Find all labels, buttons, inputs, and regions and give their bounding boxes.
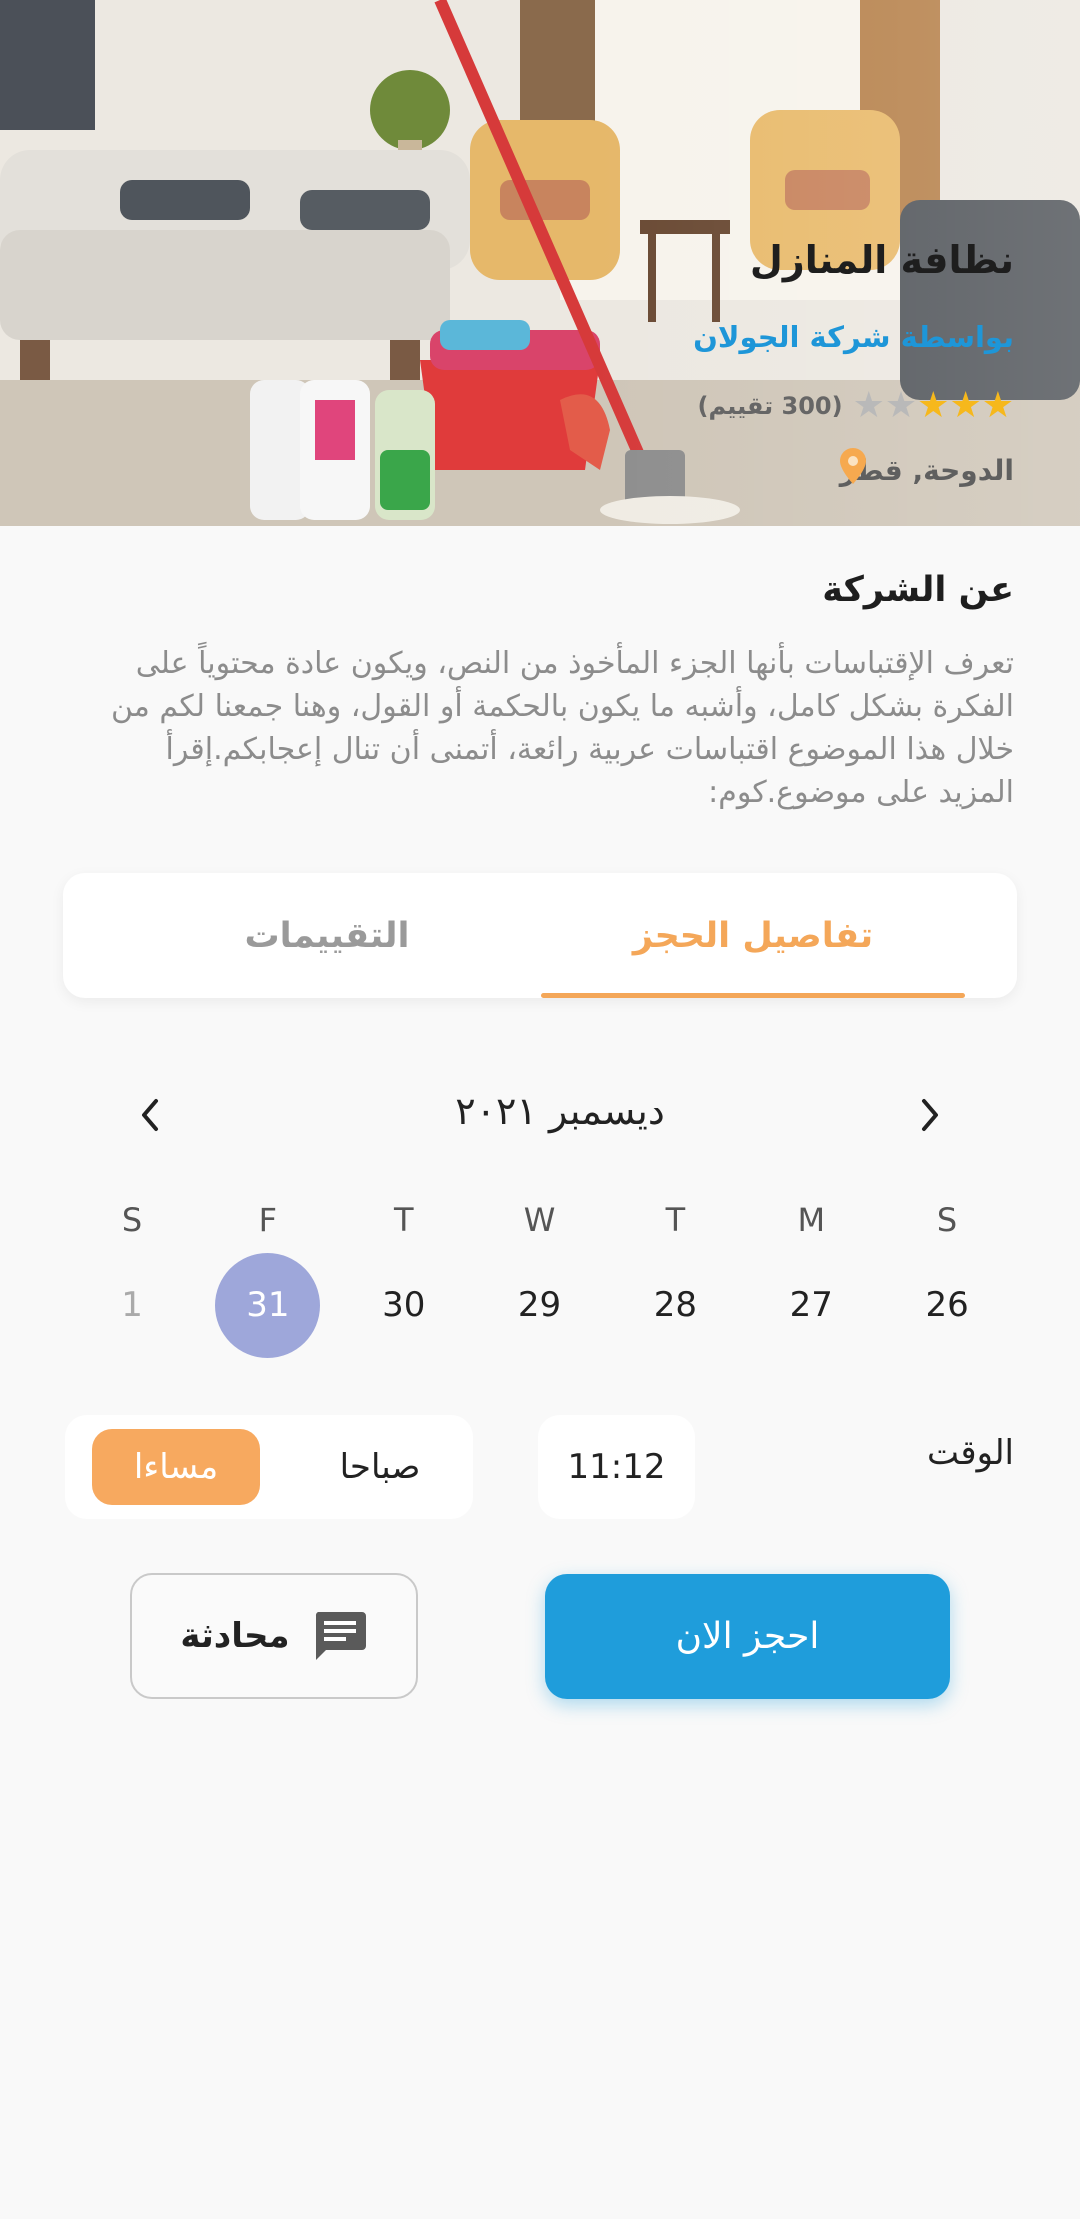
weekday-label: M: [797, 1201, 826, 1239]
service-title: نظافة المنازل: [749, 238, 1014, 282]
time-input[interactable]: 11:12: [538, 1415, 695, 1519]
hero-image: نظافة المنازل بواسطة شركة الجولان (300 ت…: [0, 0, 1080, 526]
am-option[interactable]: صباحا: [305, 1415, 455, 1519]
day-number: 27: [789, 1285, 833, 1325]
pm-option-selected[interactable]: مساءا: [92, 1429, 260, 1505]
tab-reviews[interactable]: التقييمات: [115, 873, 539, 998]
chevron-left-icon[interactable]: [115, 1075, 185, 1155]
tab-booking-details[interactable]: تفاصيل الحجز: [541, 873, 965, 998]
am-pm-toggle: صباحا مساءا: [65, 1415, 473, 1519]
calendar-header: ديسمبر ٢٠٢١: [0, 1075, 1080, 1155]
location-text: الدوحة, قطر: [839, 453, 1014, 487]
day-number: 26: [925, 1285, 969, 1325]
active-tab-indicator: [541, 993, 965, 998]
chevron-right-icon[interactable]: [895, 1075, 965, 1155]
calendar-day-next-month[interactable]: 1: [64, 1255, 200, 1355]
day-number: 29: [517, 1285, 562, 1325]
star-filled-icon: ★: [917, 385, 950, 426]
calendar-day[interactable]: 26: [879, 1255, 1015, 1355]
about-title: عن الشركة: [822, 570, 1014, 610]
day-number: 31: [215, 1252, 321, 1358]
calendar-month: ديسمبر ٢٠٢١: [455, 1089, 665, 1133]
rating: (300 تقييم) ★ ★ ★ ★ ★: [697, 386, 1014, 426]
rating-stars: ★ ★ ★ ★ ★: [853, 388, 1014, 424]
weekday-label: S: [121, 1201, 143, 1239]
weekday-row: S M T W T F S: [64, 1195, 1015, 1245]
time-label: الوقت: [926, 1433, 1014, 1473]
chat-button[interactable]: محادثة: [130, 1573, 418, 1699]
about-description: تعرف الإقتباسات بأنها الجزء المأخوذ من ا…: [110, 646, 1014, 810]
day-row: 26 27 28 29 30 31 1: [64, 1252, 1015, 1358]
chat-label: محادثة: [180, 1616, 290, 1656]
calendar-day[interactable]: 27: [743, 1255, 879, 1355]
day-number: 28: [653, 1285, 698, 1325]
star-empty-icon: ★: [852, 385, 885, 426]
location-pin-icon: [839, 448, 866, 484]
weekday-label: W: [523, 1201, 556, 1239]
star-filled-icon: ★: [949, 385, 982, 426]
location: الدوحة, قطر: [839, 448, 1014, 492]
calendar-day[interactable]: 29: [472, 1255, 608, 1355]
provider-link[interactable]: بواسطة شركة الجولان: [693, 320, 1014, 354]
chat-icon: [315, 1612, 366, 1660]
calendar-day[interactable]: 30: [336, 1255, 472, 1355]
tab-bar: تفاصيل الحجز التقييمات: [63, 873, 1017, 998]
day-number: 30: [382, 1285, 426, 1325]
weekday-label: T: [393, 1201, 414, 1239]
calendar-day[interactable]: 28: [607, 1255, 743, 1355]
day-number: 1: [121, 1285, 143, 1325]
rating-count: (300 تقييم): [697, 392, 843, 420]
star-empty-icon: ★: [884, 385, 918, 426]
weekday-label: T: [665, 1201, 686, 1239]
weekday-label: S: [936, 1201, 958, 1239]
weekday-label: F: [258, 1201, 278, 1239]
book-now-button[interactable]: احجز الان: [545, 1574, 950, 1699]
calendar-day-selected[interactable]: 31: [200, 1252, 336, 1358]
star-filled-icon: ★: [981, 385, 1014, 426]
